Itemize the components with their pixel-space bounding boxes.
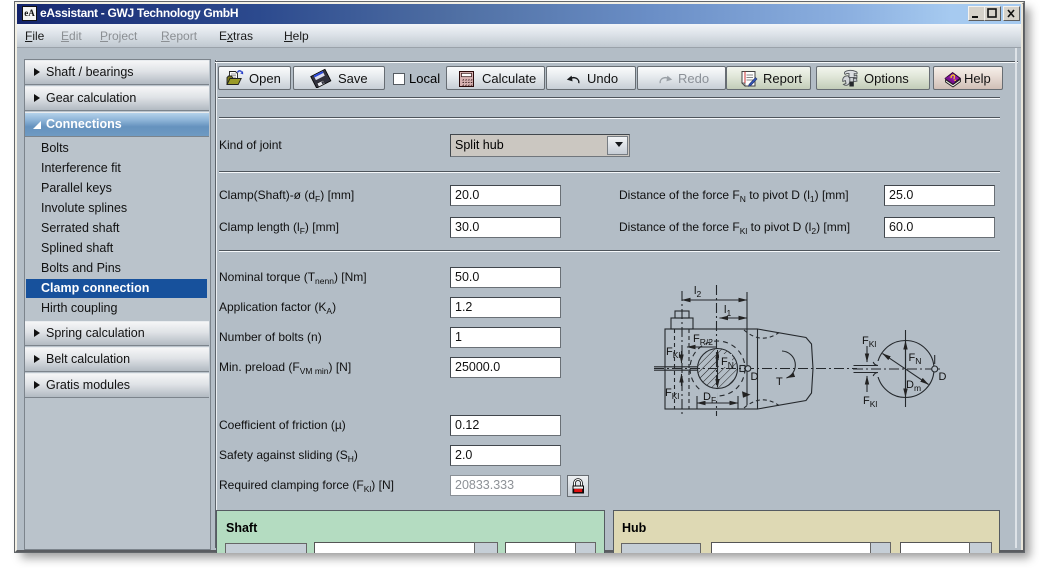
svg-text:FKl: FKl [666,346,680,360]
svg-text:FN: FN [909,352,922,366]
svg-text:FKl: FKl [862,335,876,349]
svg-text:D: D [751,371,759,383]
svg-text:FKl: FKl [665,387,679,401]
svg-text:l2: l2 [694,285,701,299]
svg-text:FR/2: FR/2 [693,333,713,347]
svg-text:D: D [939,371,947,383]
svg-text:FKl: FKl [863,395,877,409]
svg-text:l1: l1 [724,304,731,318]
svg-text:T: T [776,376,783,388]
svg-text:Dm: Dm [906,379,921,393]
